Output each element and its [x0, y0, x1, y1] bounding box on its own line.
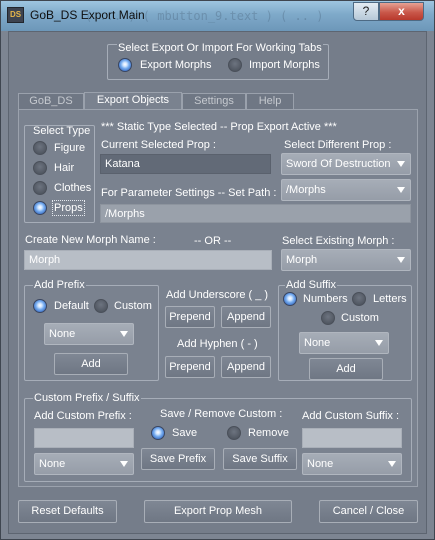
param-path-field[interactable]: /Morphs — [100, 204, 411, 223]
import-morphs-label: Import Morphs — [249, 59, 320, 71]
close-window-button[interactable]: x — [379, 2, 424, 21]
suffix-numbers-label: Numbers — [303, 293, 348, 305]
custom-save-radio[interactable] — [151, 426, 165, 440]
suffix-letters-radio[interactable] — [352, 292, 366, 306]
save-suffix-button[interactable]: Save Suffix — [223, 448, 297, 470]
add-hyphen-heading: Add Hyphen ( - ) — [177, 338, 258, 350]
custom-remove-label: Remove — [248, 427, 289, 439]
title-bar[interactable]: DS GoB_DS Export Main ( ... ) ( mbutton_… — [1, 1, 434, 31]
custom-remove-radio[interactable] — [227, 426, 241, 440]
cancel-close-button[interactable]: Cancel / Close — [319, 500, 418, 523]
export-import-heading: Select Export Or Import For Working Tabs — [117, 42, 323, 54]
existing-morph-value: Morph — [286, 254, 318, 266]
different-prop-value: Sword Of Destruction — [286, 158, 391, 170]
custom-suffix-dropdown-value: None — [307, 458, 334, 470]
export-main-window: DS GoB_DS Export Main ( ... ) ( mbutton_… — [0, 0, 435, 540]
add-suffix-button[interactable]: Add — [309, 358, 383, 380]
tab-gob-ds[interactable]: GoB_DS — [18, 93, 84, 110]
existing-morph-dropdown[interactable]: Morph — [281, 249, 411, 271]
prefix-dropdown-value: None — [49, 328, 76, 340]
chevron-down-icon — [375, 340, 383, 346]
type-figure-radio[interactable] — [33, 141, 47, 155]
prefix-custom-label: Custom — [114, 300, 152, 312]
type-props-label: Props — [52, 200, 85, 216]
chevron-down-icon — [397, 161, 405, 167]
daz-app-icon: DS — [7, 7, 24, 23]
chevron-down-icon — [397, 257, 405, 263]
custom-prefix-suffix-heading: Custom Prefix / Suffix — [33, 392, 141, 404]
new-morph-name-label: Create New Morph Name : — [25, 234, 156, 246]
different-prop-label: Select Different Prop : — [284, 139, 392, 151]
or-separator: -- OR -- — [194, 235, 232, 247]
suffix-dropdown-value: None — [304, 337, 331, 349]
underscore-prepend-button[interactable]: Prepend — [165, 306, 215, 328]
type-hair-label: Hair — [54, 162, 75, 174]
suffix-numbers-radio[interactable] — [283, 292, 297, 306]
add-prefix-button[interactable]: Add — [54, 353, 128, 375]
add-prefix-heading: Add Prefix — [33, 279, 86, 291]
type-figure-label: Figure — [54, 142, 86, 154]
chevron-down-icon — [397, 187, 405, 193]
custom-prefix-dropdown-value: None — [39, 458, 66, 470]
prefix-default-radio[interactable] — [33, 299, 47, 313]
tab-help[interactable]: Help — [246, 93, 294, 110]
chevron-down-icon — [388, 461, 396, 467]
custom-suffix-dropdown[interactable]: None — [302, 453, 402, 475]
custom-prefix-label: Add Custom Prefix : — [34, 410, 132, 422]
hyphen-prepend-button[interactable]: Prepend — [165, 356, 215, 378]
type-clothes-label: Clothes — [54, 182, 92, 194]
type-props-radio[interactable] — [33, 201, 47, 215]
custom-save-label: Save — [172, 427, 198, 439]
chevron-down-icon — [120, 461, 128, 467]
current-prop-label: Current Selected Prop : — [101, 139, 216, 151]
chevron-down-icon — [120, 331, 128, 337]
param-path-combo-value: /Morphs — [286, 184, 326, 196]
different-prop-dropdown[interactable]: Sword Of Destruction — [281, 153, 411, 175]
custom-prefix-input[interactable] — [34, 428, 134, 448]
new-morph-name-input[interactable]: Morph — [24, 250, 272, 270]
export-prop-mesh-button[interactable]: Export Prop Mesh — [144, 500, 292, 523]
prefix-dropdown[interactable]: None — [44, 323, 134, 345]
reset-defaults-button[interactable]: Reset Defaults — [18, 500, 117, 523]
type-clothes-radio[interactable] — [33, 181, 47, 195]
existing-morph-label: Select Existing Morph : — [282, 235, 395, 247]
param-path-label: For Parameter Settings -- Set Path : — [101, 187, 277, 199]
custom-suffix-label: Add Custom Suffix : — [302, 410, 400, 422]
prefix-default-label: Default — [54, 300, 89, 312]
export-morphs-radio[interactable] — [118, 58, 132, 72]
hyphen-append-button[interactable]: Append — [221, 356, 271, 378]
current-prop-field[interactable]: Katana — [100, 154, 271, 174]
add-suffix-heading: Add Suffix — [285, 279, 337, 291]
status-line: *** Static Type Selected -- Prop Export … — [101, 121, 337, 133]
suffix-custom-label: Custom — [341, 312, 379, 324]
param-path-dropdown[interactable]: /Morphs — [281, 179, 411, 201]
prefix-custom-radio[interactable] — [94, 299, 108, 313]
tab-export-objects[interactable]: Export Objects — [84, 92, 182, 110]
custom-suffix-input[interactable] — [302, 428, 402, 448]
import-morphs-radio[interactable] — [228, 58, 242, 72]
add-underscore-heading: Add Underscore ( _ ) — [166, 289, 269, 301]
suffix-letters-label: Letters — [373, 293, 407, 305]
tab-settings[interactable]: Settings — [182, 93, 246, 110]
save-remove-label: Save / Remove Custom : — [160, 408, 283, 420]
select-type-heading: Select Type — [33, 125, 91, 137]
export-morphs-label: Export Morphs — [140, 59, 212, 71]
background-ghost-text: ( ... ) ( mbutton_9.text ) ( .. ) — [85, 9, 324, 23]
suffix-dropdown[interactable]: None — [299, 332, 389, 354]
suffix-custom-radio[interactable] — [321, 311, 335, 325]
help-icon-button[interactable]: ? — [353, 2, 379, 21]
save-prefix-button[interactable]: Save Prefix — [141, 448, 215, 470]
custom-prefix-dropdown[interactable]: None — [34, 453, 134, 475]
type-hair-radio[interactable] — [33, 161, 47, 175]
underscore-append-button[interactable]: Append — [221, 306, 271, 328]
